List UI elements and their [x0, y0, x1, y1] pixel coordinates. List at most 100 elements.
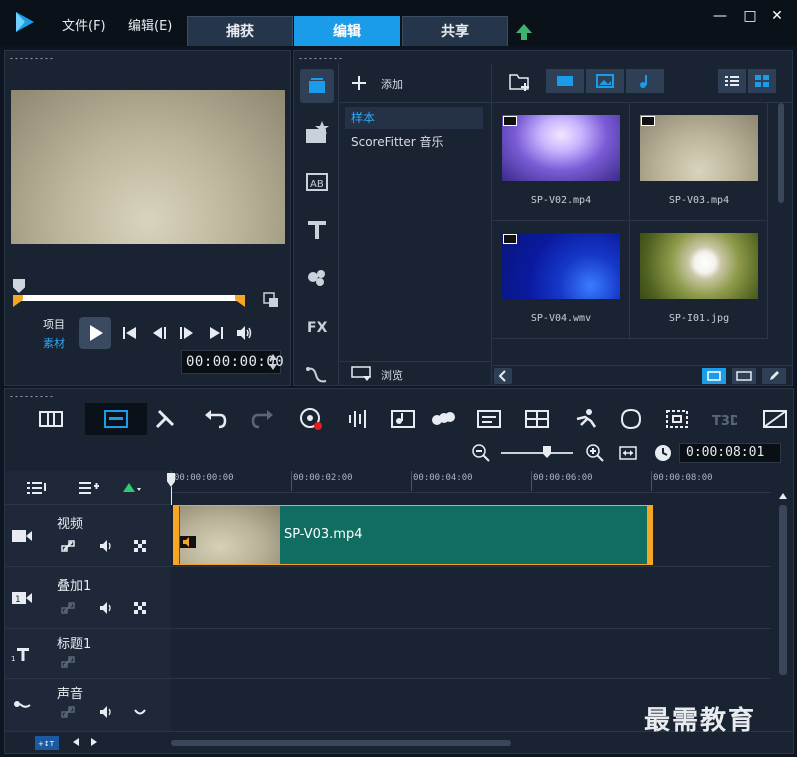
link-icon[interactable] — [61, 539, 75, 553]
media-thumbnail[interactable]: SP-V04.wmv — [492, 221, 630, 339]
timecode-stepper-icon[interactable] — [268, 352, 278, 372]
pan-zoom-icon[interactable] — [663, 405, 691, 433]
zoom-slider-track[interactable] — [501, 452, 573, 454]
mark-out-handle[interactable] — [235, 295, 245, 307]
title-icon[interactable] — [300, 213, 334, 247]
redo-icon[interactable] — [249, 405, 277, 433]
panel-grip[interactable] — [298, 57, 344, 60]
edit-properties-icon[interactable] — [762, 368, 786, 384]
browse-button[interactable]: 浏览 — [339, 361, 491, 385]
filter-fx-icon[interactable]: FX — [300, 309, 334, 343]
scrubber-handle[interactable] — [13, 279, 25, 293]
multi-camera-icon[interactable] — [523, 405, 551, 433]
mark-in-handle[interactable] — [13, 295, 23, 307]
tools-icon[interactable] — [151, 405, 179, 433]
add-chapter-icon[interactable] — [79, 480, 99, 496]
mute-icon[interactable] — [99, 601, 113, 615]
motion-tracking-icon[interactable] — [429, 405, 457, 433]
track-height-icon[interactable]: +↕T — [35, 736, 59, 750]
play-button[interactable] — [79, 317, 111, 349]
collapse-library-icon[interactable] — [494, 368, 512, 384]
mask-creator-icon[interactable] — [617, 405, 645, 433]
zoom-slider-handle[interactable] — [543, 446, 551, 458]
track-header-title[interactable]: 1 标题1 — [5, 629, 171, 679]
show-videos-button[interactable] — [546, 69, 584, 93]
tab-capture[interactable]: 捕获 — [187, 16, 293, 46]
ripple-editing-icon[interactable] — [121, 480, 143, 496]
timeline-vertical-scrollbar[interactable] — [779, 505, 787, 675]
thumbnail-view-button[interactable] — [748, 69, 776, 93]
maximize-icon[interactable]: □ — [742, 8, 758, 24]
menu-edit[interactable]: 编辑(E) — [128, 15, 172, 34]
mode-clip[interactable]: 素材 — [43, 335, 65, 351]
sound-mixer-icon[interactable] — [345, 405, 373, 433]
next-frame-icon[interactable] — [177, 325, 195, 341]
folder-item-samples[interactable]: 样本 — [345, 107, 483, 129]
media-thumbnail[interactable]: SP-V03.mp4 — [630, 103, 768, 221]
track-header-voice[interactable]: 声音 — [5, 679, 171, 731]
upload-icon[interactable] — [514, 22, 534, 42]
layout-icon[interactable] — [732, 368, 756, 384]
list-view-button[interactable] — [718, 69, 746, 93]
timeline-ruler[interactable]: 00:00:00:00 00:00:02:00 00:00:04:00 00:0… — [171, 471, 771, 493]
track-header-video[interactable]: 视频 — [5, 505, 171, 567]
zoom-out-icon[interactable] — [471, 443, 491, 463]
graphic-icon[interactable] — [300, 261, 334, 295]
show-audio-button[interactable] — [626, 69, 664, 93]
fit-project-icon[interactable] — [619, 444, 637, 462]
track-transparency-icon[interactable] — [133, 539, 147, 553]
volume-icon[interactable] — [235, 325, 253, 341]
panel-grip[interactable] — [9, 57, 55, 60]
minimize-icon[interactable]: — — [712, 8, 728, 24]
go-to-start-icon[interactable] — [121, 325, 139, 341]
path-icon[interactable] — [300, 357, 334, 391]
auto-music-icon[interactable] — [389, 405, 417, 433]
mute-icon[interactable] — [99, 539, 113, 553]
clip-trim-left-handle[interactable] — [174, 506, 179, 564]
options-icon[interactable] — [702, 368, 726, 384]
clip-trim-right-handle[interactable] — [647, 506, 652, 564]
library-scrollbar[interactable] — [778, 103, 784, 203]
tab-edit[interactable]: 编辑 — [294, 16, 400, 46]
scroll-up-icon[interactable] — [778, 491, 788, 501]
undo-icon[interactable] — [201, 405, 229, 433]
storyboard-view-icon[interactable] — [37, 405, 65, 433]
trim-bar[interactable] — [15, 295, 243, 301]
track-transparency-icon[interactable] — [133, 601, 147, 615]
audio-envelope-icon[interactable] — [133, 705, 147, 719]
tab-share[interactable]: 共享 — [402, 16, 508, 46]
show-photos-button[interactable] — [586, 69, 624, 93]
3d-title-editor-icon[interactable]: T3D — [709, 405, 737, 433]
panel-grip[interactable] — [9, 395, 55, 398]
import-folder-icon[interactable] — [508, 71, 532, 93]
time-remapping-icon[interactable] — [571, 405, 599, 433]
link-icon[interactable] — [61, 601, 75, 615]
scroll-left-icon[interactable] — [71, 737, 81, 747]
instant-project-icon[interactable] — [300, 117, 334, 151]
overlay-track-lane[interactable] — [171, 567, 771, 629]
go-to-end-icon[interactable] — [207, 325, 225, 341]
transition-icon[interactable]: AB — [300, 165, 334, 199]
link-icon[interactable] — [61, 705, 75, 719]
title-track-lane[interactable] — [171, 629, 771, 679]
media-thumbnail[interactable]: SP-V02.mp4 — [492, 103, 630, 221]
record-capture-icon[interactable] — [297, 405, 325, 433]
scroll-right-icon[interactable] — [89, 737, 99, 747]
track-header-overlay[interactable]: 1 叠加1 — [5, 567, 171, 629]
folder-item-scorefitter[interactable]: ScoreFitter 音乐 — [345, 131, 483, 153]
subtitle-editor-icon[interactable] — [475, 405, 503, 433]
timeline-clip[interactable]: SP-V03.mp4 — [173, 505, 653, 565]
zoom-in-icon[interactable] — [585, 443, 605, 463]
timeline-horizontal-scrollbar[interactable] — [171, 740, 511, 746]
media-category-button[interactable] — [300, 69, 334, 103]
close-icon[interactable]: ✕ — [769, 8, 785, 24]
mode-project[interactable]: 项目 — [43, 316, 65, 332]
timecode-display[interactable]: 00:00:00:00 — [181, 350, 284, 374]
media-thumbnail[interactable]: SP-I01.jpg — [630, 221, 768, 339]
mute-icon[interactable] — [99, 705, 113, 719]
menu-file[interactable]: 文件(F) — [62, 15, 106, 34]
link-icon[interactable] — [61, 655, 75, 669]
previous-frame-icon[interactable] — [151, 325, 169, 341]
enlarge-preview-icon[interactable] — [263, 292, 279, 308]
split-screen-icon[interactable] — [761, 405, 789, 433]
